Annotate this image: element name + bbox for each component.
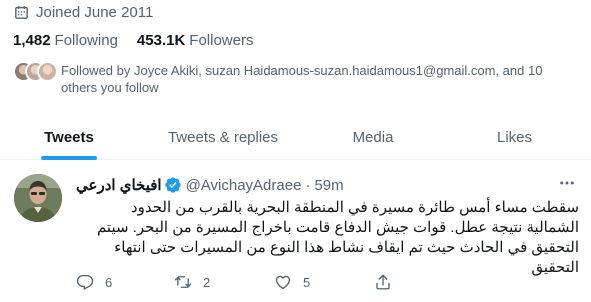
calendar-icon bbox=[15, 5, 28, 19]
tab-label: Likes bbox=[496, 129, 533, 146]
verified-badge-icon bbox=[164, 177, 181, 193]
share-icon bbox=[376, 274, 390, 290]
following-link[interactable]: 1,482 Following bbox=[13, 32, 118, 49]
tweet[interactable]: افيخاي ادرعي @AvichayAdraee · 59m سقطت م… bbox=[0, 161, 591, 302]
tab-label: Tweets & replies bbox=[167, 129, 279, 146]
tab-tweets-and-replies[interactable]: Tweets & replies bbox=[138, 115, 308, 160]
reply-icon bbox=[76, 274, 94, 290]
tab-label: Media bbox=[352, 129, 394, 146]
followers-link[interactable]: 453.1K Followers bbox=[137, 32, 254, 49]
follow-stats: 1,482 Following 453.1K Followers bbox=[13, 32, 272, 49]
tab-tweets[interactable]: Tweets bbox=[0, 115, 138, 160]
tweet-header: افيخاي ادرعي @AvichayAdraee · 59m bbox=[76, 175, 344, 195]
tab-label: Tweets bbox=[44, 129, 94, 146]
profile-tabs: Tweets Tweets & replies Media Likes bbox=[0, 115, 591, 160]
reply-count: 6 bbox=[105, 274, 113, 290]
author-display-name[interactable]: افيخاي ادرعي bbox=[76, 176, 162, 194]
followed-by-text: Followed by Joyce Akiki, suzan Haidamous… bbox=[61, 63, 543, 95]
more-icon bbox=[560, 181, 574, 185]
followers-label: Followers bbox=[189, 32, 254, 49]
tweet-text: سقطت مساء أمس طائرة مسيرة في المنطقة الب… bbox=[96, 199, 579, 276]
joined-text: Joined June 2011 bbox=[36, 3, 154, 21]
like-button[interactable]: 5 bbox=[274, 273, 374, 291]
share-button[interactable] bbox=[374, 273, 414, 291]
tweet-actions: 6 2 5 bbox=[76, 273, 414, 291]
joined-date: Joined June 2011 bbox=[13, 2, 153, 22]
tab-likes[interactable]: Likes bbox=[438, 115, 591, 160]
like-count: 5 bbox=[303, 274, 311, 290]
separator-dot: · bbox=[305, 176, 311, 194]
following-label: Following bbox=[54, 32, 118, 49]
tweet-timestamp[interactable]: 59m bbox=[314, 177, 343, 194]
avatar bbox=[37, 61, 58, 82]
like-icon bbox=[275, 275, 291, 290]
more-options-button[interactable] bbox=[557, 173, 577, 193]
following-count: 1,482 bbox=[13, 32, 51, 49]
tweet-author-avatar[interactable] bbox=[14, 174, 62, 222]
active-tab-indicator bbox=[41, 156, 97, 160]
reply-button[interactable]: 6 bbox=[76, 273, 174, 291]
followed-by[interactable]: Followed by Joyce Akiki, suzan Haidamous… bbox=[13, 61, 583, 96]
retweet-icon bbox=[174, 276, 192, 288]
author-handle[interactable]: @AvichayAdraee bbox=[186, 177, 302, 194]
retweet-count: 2 bbox=[203, 274, 211, 290]
avatar-photo-icon bbox=[14, 174, 62, 222]
followers-count: 453.1K bbox=[136, 32, 186, 49]
retweet-button[interactable]: 2 bbox=[174, 273, 274, 291]
followers-you-know-avatars bbox=[13, 61, 58, 83]
tab-media[interactable]: Media bbox=[308, 115, 438, 160]
